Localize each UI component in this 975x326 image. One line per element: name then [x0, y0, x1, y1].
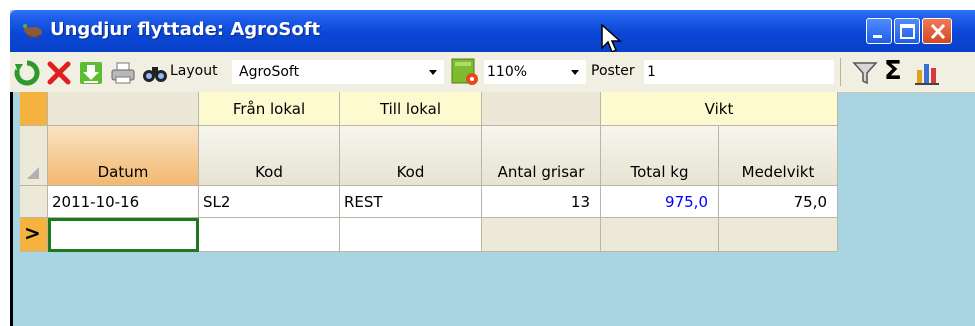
column-header-total-kg[interactable]: Total kg: [601, 126, 719, 186]
poster-field[interactable]: 1: [644, 60, 834, 84]
new-row-till-kod[interactable]: [340, 218, 482, 252]
new-row-total-kg: [601, 218, 719, 252]
row-selector[interactable]: [20, 186, 48, 218]
select-all-icon: [27, 167, 39, 179]
filter-icon[interactable]: [852, 60, 878, 86]
table-cell-total-kg[interactable]: 975,0: [601, 186, 719, 218]
delete-icon[interactable]: [46, 60, 72, 86]
chevron-down-icon[interactable]: [425, 63, 441, 81]
column-header-fran-kod[interactable]: Kod: [199, 126, 340, 186]
table-cell-till-kod[interactable]: REST: [340, 186, 482, 218]
pig-app-icon: [23, 24, 42, 39]
download-icon[interactable]: [78, 60, 104, 86]
minimize-icon: [873, 35, 882, 38]
maximize-button[interactable]: [894, 18, 920, 44]
maximize-icon: [900, 24, 915, 39]
column-header-antal-grisar[interactable]: Antal grisar: [482, 126, 601, 186]
titlebar[interactable]: Ungdjur flyttade: AgroSoft: [10, 10, 975, 54]
refresh-icon[interactable]: [14, 60, 40, 86]
new-row-marker[interactable]: >: [20, 218, 48, 252]
desktop-background: [0, 0, 10, 326]
toolbar-separator: [840, 58, 841, 86]
grid-corner-top: [20, 92, 48, 126]
column-header-medelvikt[interactable]: Medelvikt: [719, 126, 838, 186]
layout-value: AgroSoft: [239, 64, 300, 80]
window-left-border: [10, 92, 13, 326]
group-header-antal: [482, 92, 601, 126]
group-header-vikt: Vikt: [601, 92, 838, 126]
minimize-button[interactable]: [866, 18, 892, 44]
grid-corner-select-all[interactable]: [20, 126, 48, 186]
poster-value: 1: [647, 64, 656, 80]
zoom-chevron-down-icon[interactable]: [567, 63, 583, 81]
binoculars-icon[interactable]: [142, 60, 168, 86]
layout-dropdown[interactable]: AgroSoft: [232, 60, 444, 84]
sum-icon[interactable]: Σ: [884, 56, 902, 86]
data-grid: Från lokal Till lokal Vikt Datum Kod Kod…: [10, 92, 844, 326]
new-row-fran-kod[interactable]: [199, 218, 340, 252]
layout-settings-icon[interactable]: [450, 57, 480, 87]
zoom-dropdown[interactable]: 110%: [484, 60, 586, 84]
column-header-datum[interactable]: Datum: [48, 126, 199, 186]
window-title: Ungdjur flyttade: AgroSoft: [50, 19, 321, 40]
mouse-cursor-icon: [601, 24, 622, 54]
table-cell-fran-kod[interactable]: SL2: [199, 186, 340, 218]
group-header-till-lokal: Till lokal: [340, 92, 482, 126]
table-cell-medelvikt[interactable]: 75,0: [719, 186, 838, 218]
table-cell-datum[interactable]: 2011-10-16: [48, 186, 199, 218]
column-header-till-kod[interactable]: Kod: [340, 126, 482, 186]
app-window: Ungdjur flyttade: AgroSoft Layout AgroSo…: [10, 10, 975, 326]
zoom-value: 110%: [487, 64, 528, 80]
table-cell-antal-grisar[interactable]: 13: [482, 186, 601, 218]
poster-label: Poster: [591, 63, 635, 79]
close-icon: [930, 23, 946, 40]
close-button[interactable]: [922, 18, 952, 44]
print-icon[interactable]: [110, 60, 136, 86]
group-header-fran-lokal: Från lokal: [199, 92, 340, 126]
new-row-antal-grisar: [482, 218, 601, 252]
new-row-datum-input[interactable]: [48, 218, 199, 252]
new-row-medelvikt: [719, 218, 838, 252]
toolbar: Layout AgroSoft 110% Poster 1 Σ: [10, 52, 975, 93]
group-header-datum: [48, 92, 199, 126]
layout-label: Layout: [170, 63, 218, 79]
bar-chart-icon[interactable]: [914, 60, 940, 86]
